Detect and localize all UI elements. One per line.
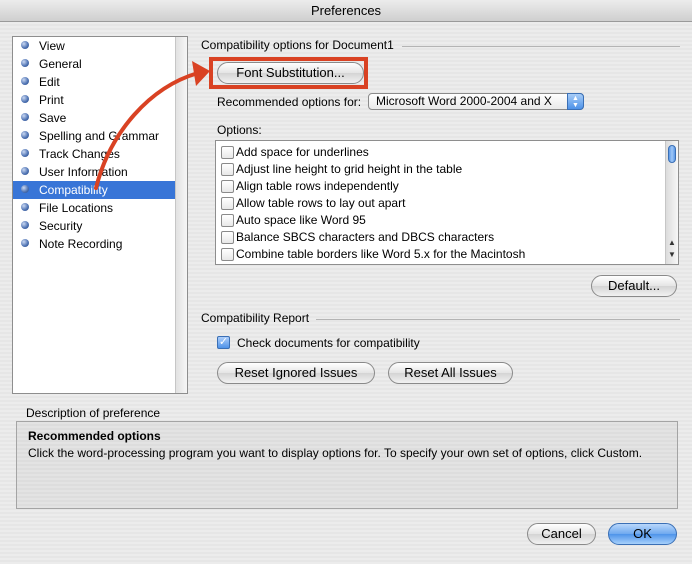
bullet-icon (21, 113, 29, 121)
list-item[interactable]: Auto space like Word 95 (219, 212, 667, 229)
bullet-icon (21, 185, 29, 193)
sidebar-item-print[interactable]: Print (13, 91, 176, 109)
bullet-icon (21, 239, 29, 247)
sidebar-item-label: Print (39, 93, 64, 107)
options-scrollbar[interactable]: ▲ ▼ (665, 141, 678, 264)
description-title: Recommended options (28, 429, 161, 443)
window-title: Preferences (0, 0, 692, 22)
compat-separator (402, 46, 680, 47)
sidebar-item-save[interactable]: Save (13, 109, 176, 127)
select-arrows-icon: ▲ ▼ (567, 93, 584, 110)
option-checkbox[interactable] (221, 146, 234, 159)
sidebar-item-label: Security (39, 219, 83, 233)
reset-ignored-issues-button[interactable]: Reset Ignored Issues (217, 362, 375, 384)
option-label: Balance SBCS characters and DBCS charact… (236, 230, 495, 244)
sidebar-item-view[interactable]: View (13, 37, 176, 55)
bullet-icon (21, 59, 29, 67)
list-item[interactable]: Balance SBCS characters and DBCS charact… (219, 229, 667, 246)
sidebar-item-general[interactable]: General (13, 55, 176, 73)
sidebar-item-label: Spelling and Grammar (39, 129, 160, 143)
description-text: Click the word-processing program you wa… (28, 446, 643, 460)
sidebar-item-track-changes[interactable]: Track Changes (13, 145, 176, 163)
sidebar-item-security[interactable]: Security (13, 217, 176, 235)
sidebar-item-label: General (39, 57, 82, 71)
check-compat-row[interactable]: ✓ Check documents for compatibility (217, 335, 420, 351)
annotation-highlight-box (209, 57, 368, 89)
list-item[interactable]: Allow table rows to lay out apart (219, 195, 667, 212)
report-separator (316, 319, 680, 320)
report-section-label: Compatibility Report (201, 311, 310, 325)
bullet-icon (21, 203, 29, 211)
sidebar-item-edit[interactable]: Edit (13, 73, 176, 91)
description-box: Recommended options Click the word-proce… (16, 421, 678, 509)
scroll-down-icon[interactable]: ▼ (666, 250, 678, 259)
sidebar-item-file-locations[interactable]: File Locations (13, 199, 176, 217)
option-label: Adjust line height to grid height in the… (236, 162, 463, 176)
compat-section-label: Compatibility options for Document1 (201, 38, 394, 52)
bullet-icon (21, 95, 29, 103)
sidebar-item-label: File Locations (39, 201, 114, 215)
check-compat-checkbox[interactable]: ✓ (217, 336, 230, 349)
sidebar-item-label: Track Changes (39, 147, 120, 161)
option-checkbox[interactable] (221, 180, 234, 193)
ok-button[interactable]: OK (608, 523, 677, 545)
option-checkbox[interactable] (221, 214, 234, 227)
option-checkbox[interactable] (221, 163, 234, 176)
sidebar-item-label: Edit (39, 75, 60, 89)
list-item[interactable]: Combine table borders like Word 5.x for … (219, 246, 667, 263)
recommended-label: Recommended options for: (217, 95, 362, 109)
sidebar-item-label: Note Recording (39, 237, 123, 251)
recommended-select-value: Microsoft Word 2000-2004 and X (376, 94, 552, 108)
option-label: Combine table borders like Word 5.x for … (236, 247, 526, 261)
bullet-icon (21, 131, 29, 139)
sidebar-item-compatibility[interactable]: Compatibility (13, 181, 176, 199)
option-checkbox[interactable] (221, 248, 234, 261)
option-label: Align table rows independently (236, 179, 399, 193)
reset-all-issues-button[interactable]: Reset All Issues (388, 362, 513, 384)
bullet-icon (21, 41, 29, 49)
bullet-icon (21, 77, 29, 85)
bullet-icon (21, 221, 29, 229)
option-checkbox[interactable] (221, 197, 234, 210)
bullet-icon (21, 167, 29, 175)
description-label: Description of preference (26, 406, 161, 420)
preferences-sidebar: View General Edit Print Save Spelling an… (12, 36, 188, 394)
option-label: Allow table rows to lay out apart (236, 196, 406, 210)
sidebar-item-label: Compatibility (39, 183, 108, 197)
list-item[interactable]: Adjust line height to grid height in the… (219, 161, 667, 178)
default-button[interactable]: Default... (591, 275, 677, 297)
sidebar-item-label: User Information (39, 165, 128, 179)
option-label: Add space for underlines (236, 145, 369, 159)
cancel-button[interactable]: Cancel (527, 523, 596, 545)
sidebar-item-user-information[interactable]: User Information (13, 163, 176, 181)
recommended-select[interactable]: Microsoft Word 2000-2004 and X ▲ ▼ (368, 93, 584, 110)
option-label: Auto space like Word 95 (236, 213, 366, 227)
bullet-icon (21, 149, 29, 157)
option-checkbox[interactable] (221, 231, 234, 244)
sidebar-scrollbar[interactable] (175, 37, 187, 393)
sidebar-item-label: View (39, 39, 65, 53)
sidebar-item-note-recording[interactable]: Note Recording (13, 235, 176, 253)
list-item[interactable]: Align table rows independently (219, 178, 667, 195)
scrollbar-thumb[interactable] (668, 145, 676, 163)
sidebar-item-label: Save (39, 111, 67, 125)
options-label: Options: (217, 123, 262, 137)
sidebar-item-spelling-grammar[interactable]: Spelling and Grammar (13, 127, 176, 145)
list-item[interactable]: Add space for underlines (219, 144, 667, 161)
options-list: Add space for underlines Adjust line hei… (215, 140, 679, 265)
scroll-up-icon[interactable]: ▲ (666, 238, 678, 247)
check-compat-label: Check documents for compatibility (237, 336, 420, 350)
preferences-window: View General Edit Print Save Spelling an… (0, 22, 692, 564)
